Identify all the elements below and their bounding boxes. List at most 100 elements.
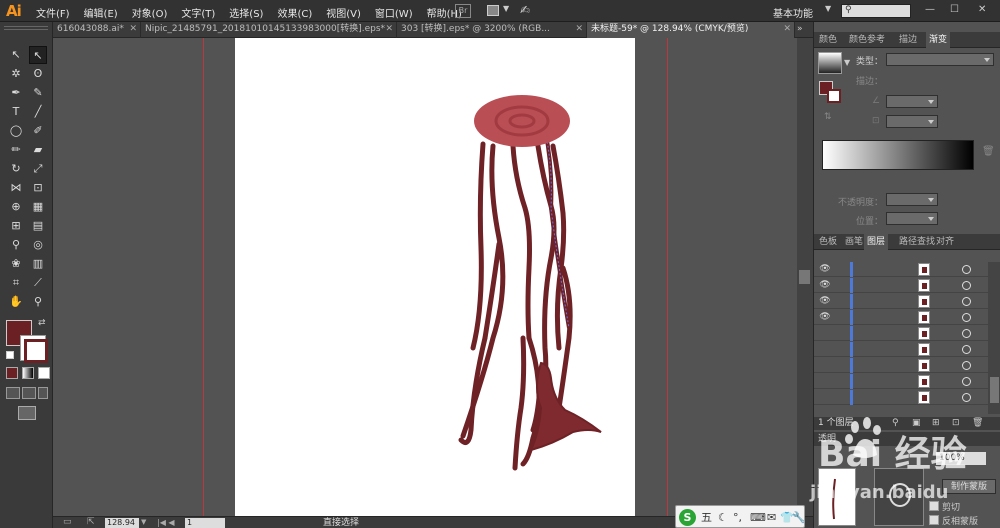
tab-align[interactable]: 对齐 — [933, 234, 957, 250]
menu-item-6[interactable]: 视图(V) — [326, 5, 361, 20]
visibility-eye-icon[interactable] — [818, 328, 832, 338]
invert-mask-checkbox[interactable] — [929, 515, 939, 525]
layer-row[interactable] — [814, 342, 988, 357]
make-mask-button[interactable]: 制作蒙版 — [942, 479, 996, 494]
scale-tool-icon[interactable]: ⤢ — [29, 160, 47, 178]
tab-document-1[interactable]: 616043088.ai* ✕ — [53, 22, 141, 38]
curvature-tool-icon[interactable]: ✎ — [29, 84, 47, 102]
maximize-button[interactable]: ☐ — [950, 4, 959, 15]
close-icon[interactable]: ✕ — [385, 22, 393, 37]
color-mode-button[interactable] — [6, 367, 18, 379]
tab-document-2[interactable]: Nipic_21485791_20181010145133983000[转换].… — [141, 22, 397, 38]
tab-layers[interactable]: 图层 — [864, 234, 889, 250]
gradient-type-dropdown[interactable] — [886, 53, 994, 66]
export-icon[interactable]: ⇱ — [87, 517, 95, 527]
screen-mode-button[interactable] — [18, 406, 36, 420]
zoom-dropdown-icon[interactable]: ▼ — [141, 518, 146, 526]
symbol-sprayer-tool-icon[interactable]: ❀ — [7, 255, 25, 273]
lasso-tool-icon[interactable]: ʘ — [29, 65, 47, 83]
tab-swatches[interactable]: 色板 — [816, 234, 840, 250]
bark-line[interactable] — [512, 335, 527, 471]
gradient-tool-icon[interactable]: ▤ — [29, 217, 47, 235]
tab-document-3[interactable]: 303 [转换].eps* @ 3200% (RGB... ✕ — [397, 22, 587, 38]
punctuation-icon[interactable]: °, — [733, 509, 742, 526]
visibility-eye-icon[interactable]: 👁 — [818, 280, 832, 290]
mesh-tool-icon[interactable]: ⊞ — [7, 217, 25, 235]
artboard-prev-icon[interactable]: |◀ ◀ — [157, 517, 175, 528]
visibility-eye-icon[interactable]: 👁 — [818, 312, 832, 322]
arrange-documents-button[interactable]: ▼ — [487, 4, 511, 18]
shape-builder-tool-icon[interactable]: ⊕ — [7, 198, 25, 216]
minimize-button[interactable]: — — [925, 4, 935, 15]
bridge-button[interactable]: Br — [455, 4, 471, 18]
close-icon[interactable]: ✕ — [575, 22, 583, 37]
pen-tool-icon[interactable]: ✒ — [7, 84, 25, 102]
tab-stroke[interactable]: 描边 — [896, 32, 920, 48]
layer-row[interactable] — [814, 358, 988, 373]
width-tool-icon[interactable]: ⋈ — [7, 179, 25, 197]
layer-row[interactable] — [814, 390, 988, 405]
stump-top-ring[interactable] — [474, 95, 570, 147]
blend-tool-icon[interactable]: ◎ — [29, 236, 47, 254]
pencil-tool-icon[interactable]: ✏ — [7, 141, 25, 159]
artboard-nav-icon[interactable]: ▭ — [63, 517, 72, 527]
direct-selection-tool-icon[interactable]: ↖ — [29, 46, 47, 64]
wrench-icon[interactable]: 🔧 — [792, 509, 806, 526]
target-circle-icon[interactable] — [962, 281, 971, 290]
moon-icon[interactable]: ☾ — [718, 509, 728, 526]
menu-item-4[interactable]: 选择(S) — [229, 5, 263, 20]
workspace-chevron-icon[interactable]: ▼ — [825, 4, 831, 13]
tab-brushes[interactable]: 画笔 — [842, 234, 866, 250]
eyedropper-tool-icon[interactable]: ⚲ — [7, 236, 25, 254]
visibility-eye-icon[interactable] — [818, 344, 832, 354]
reverse-gradient-icon[interactable]: ⇅ — [824, 112, 832, 122]
draw-behind-button[interactable] — [22, 387, 36, 399]
target-circle-icon[interactable] — [962, 313, 971, 322]
chevron-down-icon[interactable]: ▼ — [844, 58, 850, 67]
layer-row[interactable]: 👁 — [814, 310, 988, 325]
artboard-number-field[interactable]: 1 — [185, 518, 225, 528]
layer-row[interactable]: 👁 — [814, 262, 988, 277]
perspective-grid-tool-icon[interactable]: ▦ — [29, 198, 47, 216]
document-canvas[interactable] — [53, 38, 812, 516]
target-circle-icon[interactable] — [962, 393, 971, 402]
zoom-field[interactable]: 128.94 — [105, 518, 139, 528]
rotate-tool-icon[interactable]: ↻ — [7, 160, 25, 178]
angle-dropdown[interactable] — [886, 95, 938, 108]
draw-normal-button[interactable] — [6, 387, 20, 399]
tab-color[interactable]: 颜色 — [816, 32, 840, 48]
target-circle-icon[interactable] — [962, 265, 971, 274]
sogou-logo-icon[interactable]: S — [679, 509, 696, 526]
bark-line[interactable] — [470, 141, 486, 351]
target-circle-icon[interactable] — [962, 329, 971, 338]
selection-tool-icon[interactable]: ↖ — [7, 46, 25, 64]
menu-item-7[interactable]: 窗口(W) — [375, 5, 413, 20]
keyboard-icon[interactable]: ⌨ — [750, 509, 766, 526]
stop-opacity-dropdown[interactable] — [886, 193, 938, 206]
menu-item-5[interactable]: 效果(C) — [277, 5, 312, 20]
more-tabs-icon[interactable]: » — [797, 24, 803, 34]
none-mode-button[interactable] — [38, 367, 50, 379]
stroke-swatch[interactable] — [20, 335, 48, 363]
close-button[interactable]: ✕ — [978, 4, 986, 15]
gradient-slider[interactable] — [822, 140, 974, 170]
bark-line[interactable] — [510, 143, 532, 341]
line-tool-icon[interactable]: ╱ — [29, 103, 47, 121]
magic-wand-tool-icon[interactable]: ✲ — [7, 65, 25, 83]
tab-document-active[interactable]: 未标题-59* @ 128.94% (CMYK/预览) ✕ — [587, 22, 795, 38]
visibility-eye-icon[interactable] — [818, 360, 832, 370]
workspace-switcher[interactable]: 基本功能 — [773, 5, 813, 20]
column-graph-tool-icon[interactable]: ▥ — [29, 255, 47, 273]
layer-row[interactable] — [814, 374, 988, 389]
delete-layer-icon[interactable]: 🗑 — [972, 417, 983, 430]
ime-mode-wubi[interactable]: 五 — [701, 509, 712, 526]
target-circle-icon[interactable] — [962, 297, 971, 306]
menu-item-2[interactable]: 对象(O) — [132, 5, 168, 20]
eraser-tool-icon[interactable]: ▰ — [29, 141, 47, 159]
close-icon[interactable]: ✕ — [783, 22, 791, 37]
visibility-eye-icon[interactable] — [818, 376, 832, 386]
type-tool-icon[interactable]: T — [7, 103, 25, 121]
visibility-eye-icon[interactable]: 👁 — [818, 296, 832, 306]
artboard-tool-icon[interactable]: ⌗ — [7, 274, 25, 292]
paintbrush-tool-icon[interactable]: ✐ — [29, 122, 47, 140]
